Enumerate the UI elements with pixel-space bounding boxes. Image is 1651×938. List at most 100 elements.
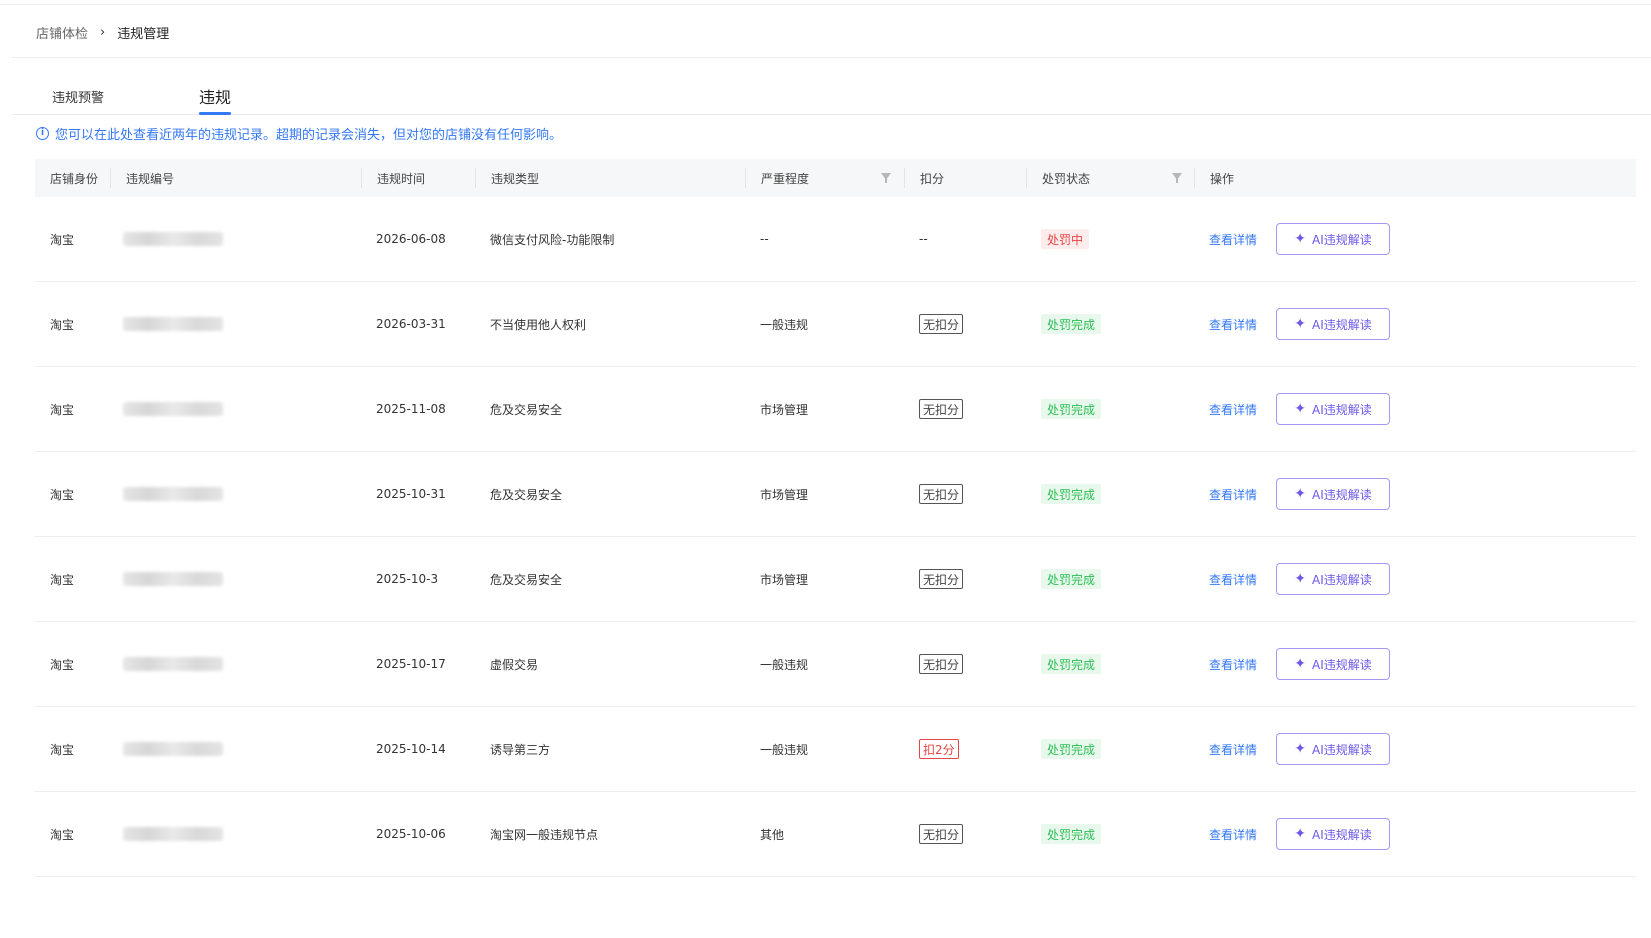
- top-divider: [0, 4, 1651, 5]
- cell-status: 处罚中: [1041, 197, 1090, 281]
- cell-ai: ✦ AI违规解读: [1276, 197, 1390, 281]
- cell-identity: 淘宝: [50, 367, 74, 451]
- view-detail-link[interactable]: 查看详情: [1209, 486, 1257, 503]
- cell-time: 2026-03-31: [376, 282, 446, 366]
- view-detail-link[interactable]: 查看详情: [1209, 741, 1257, 758]
- tab-bar: 违规预警 违规: [12, 78, 1651, 115]
- cell-ai: ✦ AI违规解读: [1276, 282, 1390, 366]
- deduct-badge: 无扣分: [919, 654, 964, 674]
- cell-identity: 淘宝: [50, 792, 74, 876]
- time-text: 2025-10-06: [376, 827, 446, 841]
- view-detail-link[interactable]: 查看详情: [1209, 826, 1257, 843]
- type-text: 危及交易安全: [490, 487, 563, 502]
- tab-violation-warning[interactable]: 违规预警: [52, 78, 104, 114]
- cell-detail: 查看详情: [1209, 707, 1257, 791]
- cell-type: 危及交易安全: [490, 367, 562, 451]
- sparkle-icon: ✦: [1294, 741, 1306, 757]
- cell-type: 微信支付风险-功能限制: [490, 197, 614, 281]
- ai-interpret-button[interactable]: ✦ AI违规解读: [1276, 478, 1390, 510]
- header-divider: [1194, 168, 1195, 188]
- header-identity: 店铺身份: [50, 171, 99, 186]
- sparkle-icon: ✦: [1294, 316, 1306, 332]
- view-detail-link[interactable]: 查看详情: [1209, 316, 1257, 333]
- cell-severity: 市场管理: [760, 367, 808, 451]
- cell-detail: 查看详情: [1209, 367, 1257, 451]
- ai-interpret-button[interactable]: ✦ AI违规解读: [1276, 223, 1390, 255]
- header-action: 操作: [1210, 171, 1235, 186]
- severity-text: 市场管理: [760, 487, 809, 502]
- table-header: 店铺身份 违规编号 违规时间 违规类型 严重程度 扣分 处罚状态 操作: [35, 159, 1636, 197]
- cell-ai: ✦ AI违规解读: [1276, 367, 1390, 451]
- cell-deduct: 无扣分: [919, 367, 964, 451]
- identity-text: 淘宝: [50, 232, 75, 247]
- view-detail-link[interactable]: 查看详情: [1209, 656, 1257, 673]
- cell-status: 处罚完成: [1041, 792, 1102, 876]
- type-text: 危及交易安全: [490, 572, 563, 587]
- filter-icon[interactable]: [1172, 173, 1182, 183]
- type-text: 不当使用他人权利: [490, 317, 587, 332]
- cell-time: 2025-10-06: [376, 792, 446, 876]
- view-detail-link[interactable]: 查看详情: [1209, 401, 1257, 418]
- time-text: 2025-10-14: [376, 742, 446, 756]
- deduct-badge: 扣2分: [919, 739, 959, 759]
- deduct-badge: 无扣分: [919, 569, 964, 589]
- time-text: 2025-10-31: [376, 487, 446, 501]
- header-time: 违规时间: [377, 171, 426, 186]
- filter-icon[interactable]: [881, 173, 891, 183]
- header-divider: [745, 168, 746, 188]
- redacted-violation-id: [123, 827, 223, 841]
- cell-severity: 市场管理: [760, 537, 808, 621]
- cell-deduct: --: [919, 197, 928, 281]
- redacted-violation-id: [123, 572, 223, 586]
- breadcrumb-parent[interactable]: 店铺体检: [36, 23, 88, 42]
- cell-deduct: 无扣分: [919, 622, 964, 706]
- cell-identity: 淘宝: [50, 707, 74, 791]
- view-detail-link[interactable]: 查看详情: [1209, 231, 1257, 248]
- severity-text: --: [760, 232, 769, 246]
- header-id: 违规编号: [126, 171, 175, 186]
- ai-interpret-button[interactable]: ✦ AI违规解读: [1276, 818, 1390, 850]
- severity-text: 一般违规: [760, 742, 809, 757]
- type-text: 虚假交易: [490, 657, 539, 672]
- cell-identity: 淘宝: [50, 282, 74, 366]
- cell-time: 2025-10-14: [376, 707, 446, 791]
- ai-interpret-button[interactable]: ✦ AI违规解读: [1276, 308, 1390, 340]
- ai-interpret-label: AI违规解读: [1311, 317, 1372, 332]
- cell-id: [123, 452, 223, 536]
- cell-id: [123, 792, 223, 876]
- tab-violation[interactable]: 违规: [199, 78, 232, 115]
- header-deduct: 扣分: [920, 171, 945, 186]
- cell-id: [123, 622, 223, 706]
- severity-text: 其他: [760, 827, 785, 842]
- identity-text: 淘宝: [50, 572, 75, 587]
- status-badge: 处罚完成: [1041, 314, 1102, 334]
- ai-interpret-button[interactable]: ✦ AI违规解读: [1276, 563, 1390, 595]
- ai-interpret-label: AI违规解读: [1311, 572, 1372, 587]
- cell-status: 处罚完成: [1041, 452, 1102, 536]
- cell-severity: 一般违规: [760, 622, 808, 706]
- cell-detail: 查看详情: [1209, 537, 1257, 621]
- deduct-badge: 无扣分: [919, 399, 964, 419]
- ai-interpret-button[interactable]: ✦ AI违规解读: [1276, 648, 1390, 680]
- deduct-badge: --: [919, 232, 928, 246]
- sparkle-icon: ✦: [1294, 486, 1306, 502]
- ai-interpret-label: AI违规解读: [1311, 827, 1372, 842]
- sparkle-icon: ✦: [1294, 826, 1306, 842]
- cell-id: [123, 282, 223, 366]
- table-row: 淘宝 2025-10-14 诱导第三方 一般违规 扣2分 处罚完成 查看详情 ✦ AI违规解读: [35, 707, 1636, 792]
- breadcrumb-divider: [12, 57, 1651, 58]
- info-icon: i: [36, 127, 49, 140]
- view-detail-link[interactable]: 查看详情: [1209, 571, 1257, 588]
- redacted-violation-id: [123, 742, 223, 756]
- breadcrumb-current: 违规管理: [117, 26, 170, 42]
- ai-interpret-button[interactable]: ✦ AI违规解读: [1276, 393, 1390, 425]
- cell-time: 2025-10-17: [376, 622, 446, 706]
- cell-id: [123, 367, 223, 451]
- ai-interpret-button[interactable]: ✦ AI违规解读: [1276, 733, 1390, 765]
- chevron-right-icon: ›: [100, 24, 106, 40]
- table-row: 淘宝 2025-10-17 虚假交易 一般违规 无扣分 处罚完成 查看详情 ✦ AI违规解读: [35, 622, 1636, 707]
- cell-deduct: 无扣分: [919, 792, 964, 876]
- identity-text: 淘宝: [50, 402, 75, 417]
- cell-identity: 淘宝: [50, 622, 74, 706]
- table-row: 淘宝 2025-11-08 危及交易安全 市场管理 无扣分 处罚完成 查看详情 ✦ AI违规解读: [35, 367, 1636, 452]
